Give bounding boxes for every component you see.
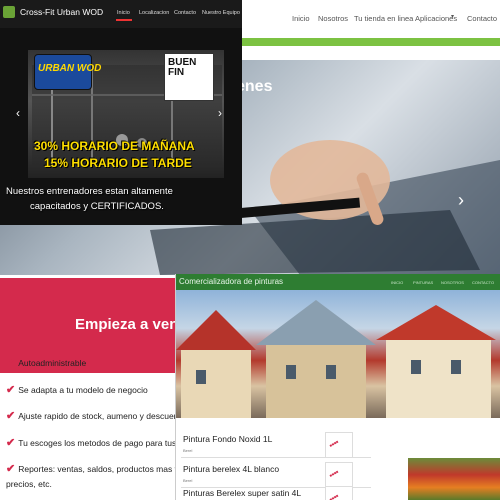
check-icon: ✔ (6, 357, 16, 369)
nav-contacto[interactable]: Contacto (467, 14, 497, 23)
sale-tag-icon: ■■■■ (328, 492, 340, 500)
feature-item-continued: precios, etc. (6, 479, 52, 489)
buen-fin-text: BUEN FIN (168, 58, 196, 78)
subtitle-line1: Nuestros entrenadores estan altamente (6, 186, 173, 197)
product-category: Berel (183, 448, 193, 453)
feature-item: ✔ Tu escoges los metodos de pago para tus… (6, 436, 198, 449)
buen-fin-line2: FIN (168, 67, 185, 78)
product-name[interactable]: Pinturas Berelex super satin 4L (183, 488, 301, 498)
pt-nav-inicio[interactable]: INICIO (391, 280, 403, 285)
chevron-left-icon[interactable]: ‹ (16, 106, 20, 120)
cf-nav-contacto[interactable]: Contacto (174, 10, 196, 16)
chevron-down-icon: ▾ (451, 14, 455, 20)
check-icon: ✔ (6, 437, 16, 449)
pt-nav-pinturas[interactable]: PINTURAS (413, 280, 433, 285)
cta-text: Empieza a ven (75, 316, 179, 333)
pt-nav-nosotros[interactable]: NOSOTROS (441, 280, 464, 285)
product-name[interactable]: Pintura berelex 4L blanco (183, 464, 279, 474)
promo-afternoon: 15% HORARIO DE TARDE (44, 156, 192, 170)
feature-label: Ajuste rapido de stock, aumeno y descuen… (18, 411, 190, 421)
subtitle-line2: capacitados y CERTIFICADOS. (30, 201, 164, 212)
feature-label: Tu escoges los metodos de pago para tus … (18, 438, 199, 448)
crossfit-logo-icon (3, 6, 15, 18)
promo-morning: 30% HORARIO DE MAÑANA (34, 139, 195, 153)
feature-item: ✔ Ajuste rapido de stock, aumeno y descue… (6, 409, 190, 422)
check-icon: ✔ (6, 463, 16, 475)
crossfit-title: Cross-Fit Urban WOD (20, 7, 104, 17)
chevron-right-icon[interactable]: › (458, 190, 464, 211)
product-thumbnail[interactable]: ■■■■ (325, 432, 353, 458)
product-thumbnail[interactable]: ■■■■ (325, 486, 353, 500)
cf-nav-inicio[interactable]: Inicio (117, 10, 130, 16)
cf-nav-localizacion[interactable]: Localizacion (139, 10, 169, 16)
feature-item: ✔ Autoadministrable (6, 356, 86, 369)
active-underline (116, 19, 132, 21)
tulips-photo (408, 458, 500, 500)
houses-photo (176, 290, 500, 418)
houses-illustration (176, 300, 496, 418)
main-nav: Inicio Nosotros Tu tienda en linea Aplic… (240, 0, 500, 38)
cf-nav-equipo[interactable]: Nuestro Equipo (202, 10, 240, 16)
check-icon: ✔ (6, 384, 16, 396)
sale-tag-icon: ■■■■ (328, 438, 340, 449)
pt-nav-contacto[interactable]: CONTACTO (472, 280, 494, 285)
feature-label: Se adapta a tu modelo de negocio (18, 385, 148, 395)
nav-tienda[interactable]: Tu tienda en linea (354, 14, 413, 23)
check-icon: ✔ (6, 410, 16, 422)
pinturas-title: Comercializadora de pinturas (179, 277, 284, 286)
nav-nosotros[interactable]: Nosotros (318, 14, 348, 23)
strip (240, 46, 500, 60)
feature-label: Autoadministrable (18, 358, 87, 368)
chevron-right-icon[interactable]: › (218, 106, 222, 120)
product-name[interactable]: Pintura Fondo Noxid 1L (183, 434, 272, 444)
sale-tag-icon: ■■■■ (328, 468, 340, 479)
pinturas-window: Comercializadora de pinturas INICIO PINT… (175, 274, 500, 500)
nav-inicio[interactable]: Inicio (292, 14, 310, 23)
feature-label: Reportes: ventas, saldos, productos mas … (18, 464, 184, 474)
feature-item: ✔ Se adapta a tu modelo de negocio (6, 383, 148, 396)
accent-bar (240, 38, 500, 46)
product-row[interactable]: Pintura Fondo Noxid 1L Berel ■■■■ (181, 428, 371, 458)
crossfit-window: Cross-Fit Urban WOD Inicio Localizacion … (0, 0, 242, 225)
product-row[interactable]: Pinturas Berelex super satin 4L ■■■■ (181, 482, 371, 500)
feature-item: ✔ Reportes: ventas, saldos, productos mas… (6, 462, 184, 475)
urban-wod-text: URBAN WOD (38, 63, 102, 74)
